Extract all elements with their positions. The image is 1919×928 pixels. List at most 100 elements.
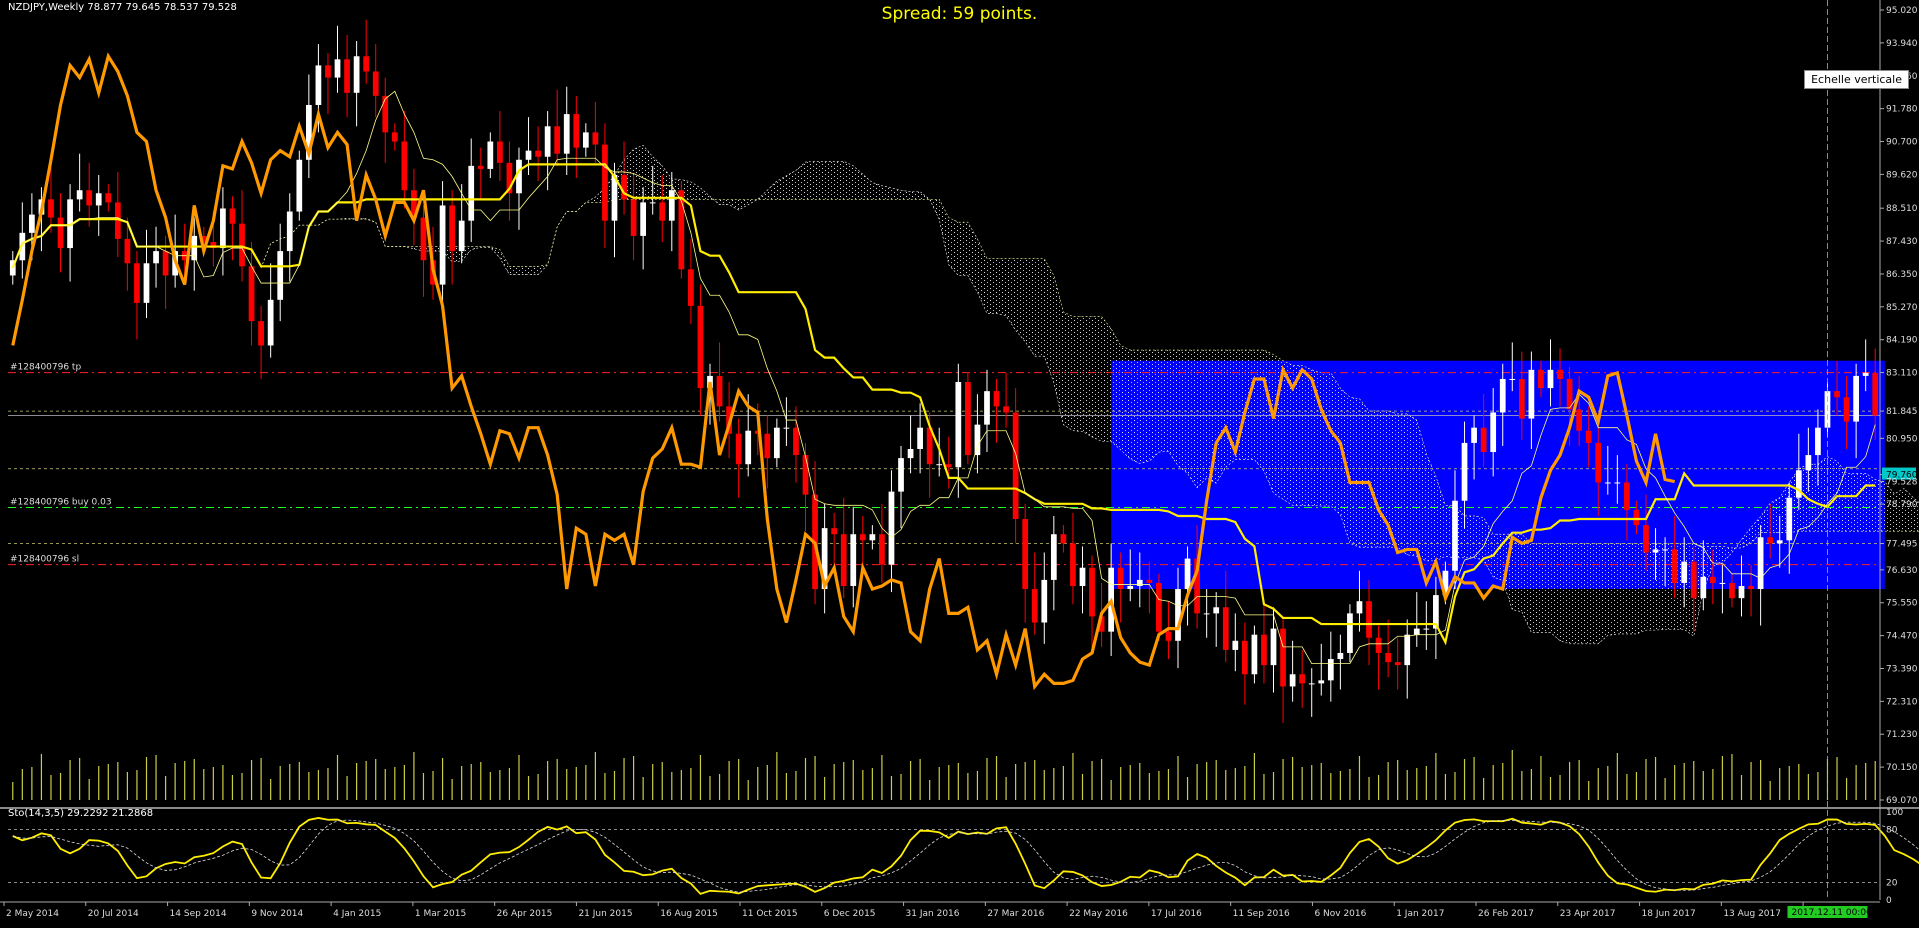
candle-body (229, 208, 236, 224)
candle-body (1834, 391, 1840, 398)
candle-body (1041, 579, 1048, 623)
candle-body (162, 251, 169, 276)
candle-body (1776, 540, 1783, 544)
date-tick-label: 11 Oct 2015 (742, 909, 798, 919)
cursor-date-label: 2017.12.11 00:00 (1791, 908, 1872, 918)
candle-body (936, 464, 943, 466)
candle-body (277, 251, 284, 300)
price-tick-label: 83.110 (1886, 369, 1918, 379)
candle-body (286, 211, 293, 252)
candle-body (1299, 674, 1306, 684)
candle-body (716, 375, 723, 407)
candle-body (1452, 500, 1458, 571)
price-tick-label: 91.780 (1886, 105, 1918, 115)
candle-body (783, 427, 790, 429)
price-tick-label: 81.845 (1886, 407, 1918, 417)
candle-body (124, 238, 131, 264)
date-tick-label: 9 Nov 2014 (251, 909, 303, 919)
candle-body (1270, 628, 1277, 666)
candle-body (1843, 397, 1850, 422)
candle-body (1490, 412, 1497, 453)
order-label-2: #128400796 sl (10, 555, 79, 565)
candle-body (1757, 537, 1764, 590)
candle-body (554, 126, 561, 154)
candle-body (1117, 567, 1124, 590)
candle-body (1700, 576, 1707, 599)
vertical-scale-tooltip: Echelle verticale (1804, 70, 1909, 89)
candle-body (1480, 427, 1487, 453)
candle-body (1165, 631, 1172, 641)
candle-body (344, 59, 350, 93)
candle-body (544, 126, 551, 157)
sto-tick-label: 0 (1886, 896, 1892, 906)
spread-label: Spread: 59 points. (881, 4, 1038, 24)
stochastic-label: Sto(14,3,5) 29.2292 21.2868 (8, 808, 154, 819)
candle-body (325, 65, 331, 78)
candle-body (57, 217, 64, 249)
candle-body (401, 141, 408, 191)
price-tick-label: 88.510 (1886, 204, 1918, 214)
candle-body (1872, 372, 1879, 416)
candle-body (1347, 613, 1353, 653)
date-tick-label: 6 Nov 2016 (1314, 909, 1366, 919)
candle-body (1318, 680, 1325, 684)
date-tick-label: 20 Jul 2014 (88, 909, 139, 919)
candle-body (1509, 378, 1516, 380)
candle-body (1805, 455, 1812, 471)
candle-body (1518, 378, 1525, 419)
candle-body (334, 59, 341, 78)
candle-body (220, 208, 226, 249)
date-tick-label: 17 Jul 2016 (1151, 909, 1202, 919)
candle-body (105, 193, 112, 203)
candle-body (688, 269, 694, 306)
candle-body (76, 190, 83, 200)
candle-body (1156, 582, 1162, 632)
sto-tick-label: 80 (1886, 826, 1898, 836)
price-chart[interactable]: #128400796 tp #128400796 buy 0.03 #1284007… (0, 0, 1919, 924)
candle-body (296, 159, 303, 212)
candle-body (29, 214, 35, 233)
chart-window[interactable]: #128400796 tp #128400796 buy 0.03 #1284007… (0, 0, 1919, 924)
candle-body (1547, 369, 1554, 389)
candle-body (879, 534, 885, 565)
candle-body (1289, 674, 1296, 687)
candle-body (525, 150, 532, 160)
candle-body (945, 464, 952, 468)
candle-body (1003, 406, 1009, 413)
candle-body (917, 427, 923, 449)
candle-body (1022, 519, 1029, 590)
date-tick-label: 21 Jun 2015 (578, 909, 632, 919)
candle-body (735, 433, 742, 465)
candle-body (372, 71, 379, 96)
candle-body (391, 132, 398, 142)
candle-body (95, 193, 102, 206)
candle-body (48, 199, 54, 218)
candle-body (1413, 628, 1420, 635)
candle-body (1213, 607, 1220, 614)
candle-body (1203, 613, 1210, 615)
candle-body (134, 263, 140, 303)
candle-body (1471, 427, 1477, 443)
sto-tick-label: 20 (1886, 878, 1898, 888)
date-tick-label: 2 May 2014 (6, 909, 59, 919)
price-tick-label: 90.700 (1886, 138, 1918, 148)
date-tick-label: 11 Sep 2016 (1233, 909, 1290, 919)
price-tick-label: 73.390 (1886, 664, 1918, 674)
candle-body (1643, 525, 1649, 553)
candle-body (487, 141, 494, 169)
candle-body (1815, 427, 1821, 456)
candle-body (745, 430, 752, 465)
candle-body (1767, 537, 1774, 544)
candle-body (468, 165, 475, 221)
candle-body (1261, 634, 1267, 666)
candle-body (1385, 652, 1391, 663)
candle-body (1366, 601, 1372, 638)
price-tick-label: 76.630 (1886, 566, 1918, 576)
candle-body (497, 141, 503, 163)
candle-body (420, 217, 427, 261)
candle-body (773, 427, 780, 459)
candle-body (592, 132, 599, 145)
date-tick-label: 18 Jun 2017 (1642, 909, 1696, 919)
candle-body (1136, 579, 1143, 586)
date-tick-label: 26 Feb 2017 (1478, 909, 1534, 919)
